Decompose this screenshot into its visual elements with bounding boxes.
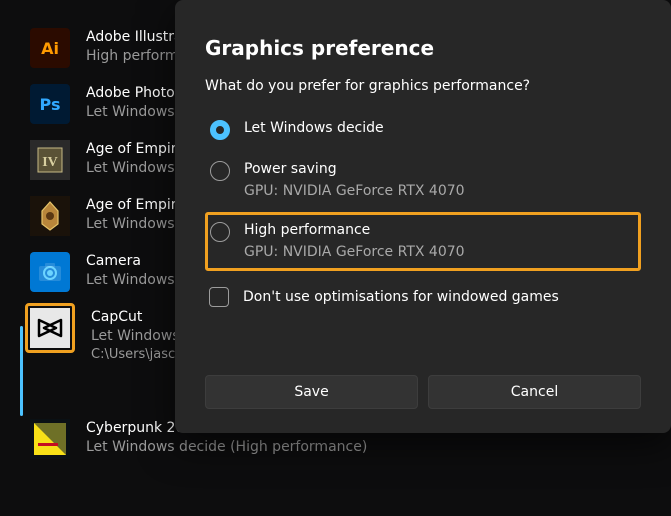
selection-indicator xyxy=(20,326,23,416)
app-sub: Let Windows decide (High performance) xyxy=(86,438,367,457)
camera-icon xyxy=(30,252,70,292)
radio-icon xyxy=(210,161,230,181)
option-label: Let Windows decide xyxy=(244,119,384,139)
save-button[interactable]: Save xyxy=(205,375,418,409)
option-label: Power saving xyxy=(244,160,465,180)
option-label: High performance xyxy=(244,221,465,241)
cyberpunk-icon xyxy=(30,419,70,459)
checkbox-icon xyxy=(209,287,229,307)
illustrator-icon: Ai xyxy=(30,28,70,68)
option-power-saving[interactable]: Power saving GPU: NVIDIA GeForce RTX 407… xyxy=(205,151,641,212)
capcut-icon xyxy=(30,308,70,348)
radio-icon xyxy=(210,222,230,242)
photoshop-icon: Ps xyxy=(30,84,70,124)
aoe4-icon: IV xyxy=(30,140,70,180)
capcut-highlight-box xyxy=(25,303,75,353)
aoe2-icon xyxy=(30,196,70,236)
windowed-opt-checkbox-row[interactable]: Don't use optimisations for windowed gam… xyxy=(205,287,641,307)
svg-text:IV: IV xyxy=(42,155,58,170)
dialog-title: Graphics preference xyxy=(205,36,641,60)
option-sub: GPU: NVIDIA GeForce RTX 4070 xyxy=(244,182,465,202)
dialog-question: What do you prefer for graphics performa… xyxy=(205,78,641,94)
option-let-windows-decide[interactable]: Let Windows decide xyxy=(205,110,641,151)
graphics-preference-dialog: Graphics preference What do you prefer f… xyxy=(175,0,671,433)
checkbox-label: Don't use optimisations for windowed gam… xyxy=(243,289,559,305)
option-sub: GPU: NVIDIA GeForce RTX 4070 xyxy=(244,243,465,263)
cancel-button[interactable]: Cancel xyxy=(428,375,641,409)
options-group: Let Windows decide Power saving GPU: NVI… xyxy=(205,110,641,271)
option-high-performance[interactable]: High performance GPU: NVIDIA GeForce RTX… xyxy=(205,212,641,271)
dialog-buttons: Save Cancel xyxy=(205,375,641,409)
radio-icon xyxy=(210,120,230,140)
